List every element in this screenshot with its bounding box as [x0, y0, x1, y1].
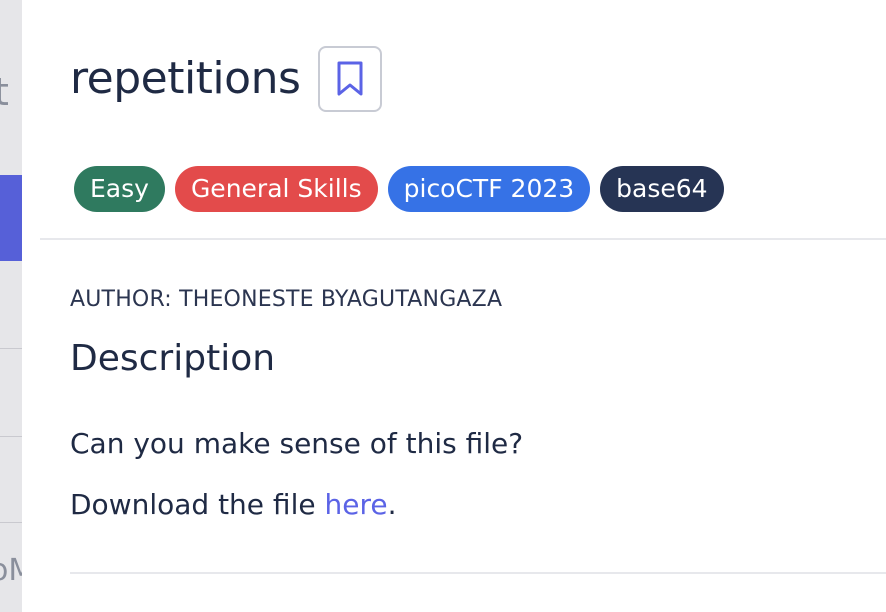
tag-difficulty[interactable]: Easy — [74, 166, 165, 212]
bookmark-icon — [337, 61, 363, 96]
download-prefix: Download the file — [70, 488, 325, 521]
challenge-title: repetitions — [70, 53, 301, 104]
tag-topic[interactable]: base64 — [600, 166, 724, 212]
bookmark-button[interactable] — [318, 46, 383, 112]
title-row: repetitions — [70, 46, 383, 112]
download-link[interactable]: here — [324, 488, 387, 521]
description-heading: Description — [70, 338, 276, 379]
background-divider — [0, 436, 22, 437]
background-active-nav-item — [0, 175, 22, 261]
background-page: t oM — [0, 0, 22, 612]
tag-event[interactable]: picoCTF 2023 — [387, 166, 591, 212]
challenge-modal: repetitions Easy General Skills picoCTF … — [22, 0, 886, 612]
background-text-fragment: oM — [0, 553, 22, 588]
challenge-tags: Easy General Skills picoCTF 2023 base64 — [74, 166, 724, 212]
download-text: Download the file here. — [70, 488, 397, 521]
tag-category[interactable]: General Skills — [174, 166, 378, 212]
background-text-fragment: t — [0, 70, 9, 114]
divider — [40, 238, 886, 240]
description-text: Can you make sense of this file? — [70, 427, 524, 460]
background-divider — [0, 348, 22, 349]
challenge-author: AUTHOR: THEONESTE BYAGUTANGAZA — [70, 287, 503, 312]
divider — [70, 572, 886, 574]
download-suffix: . — [387, 488, 397, 521]
background-divider — [0, 522, 22, 523]
